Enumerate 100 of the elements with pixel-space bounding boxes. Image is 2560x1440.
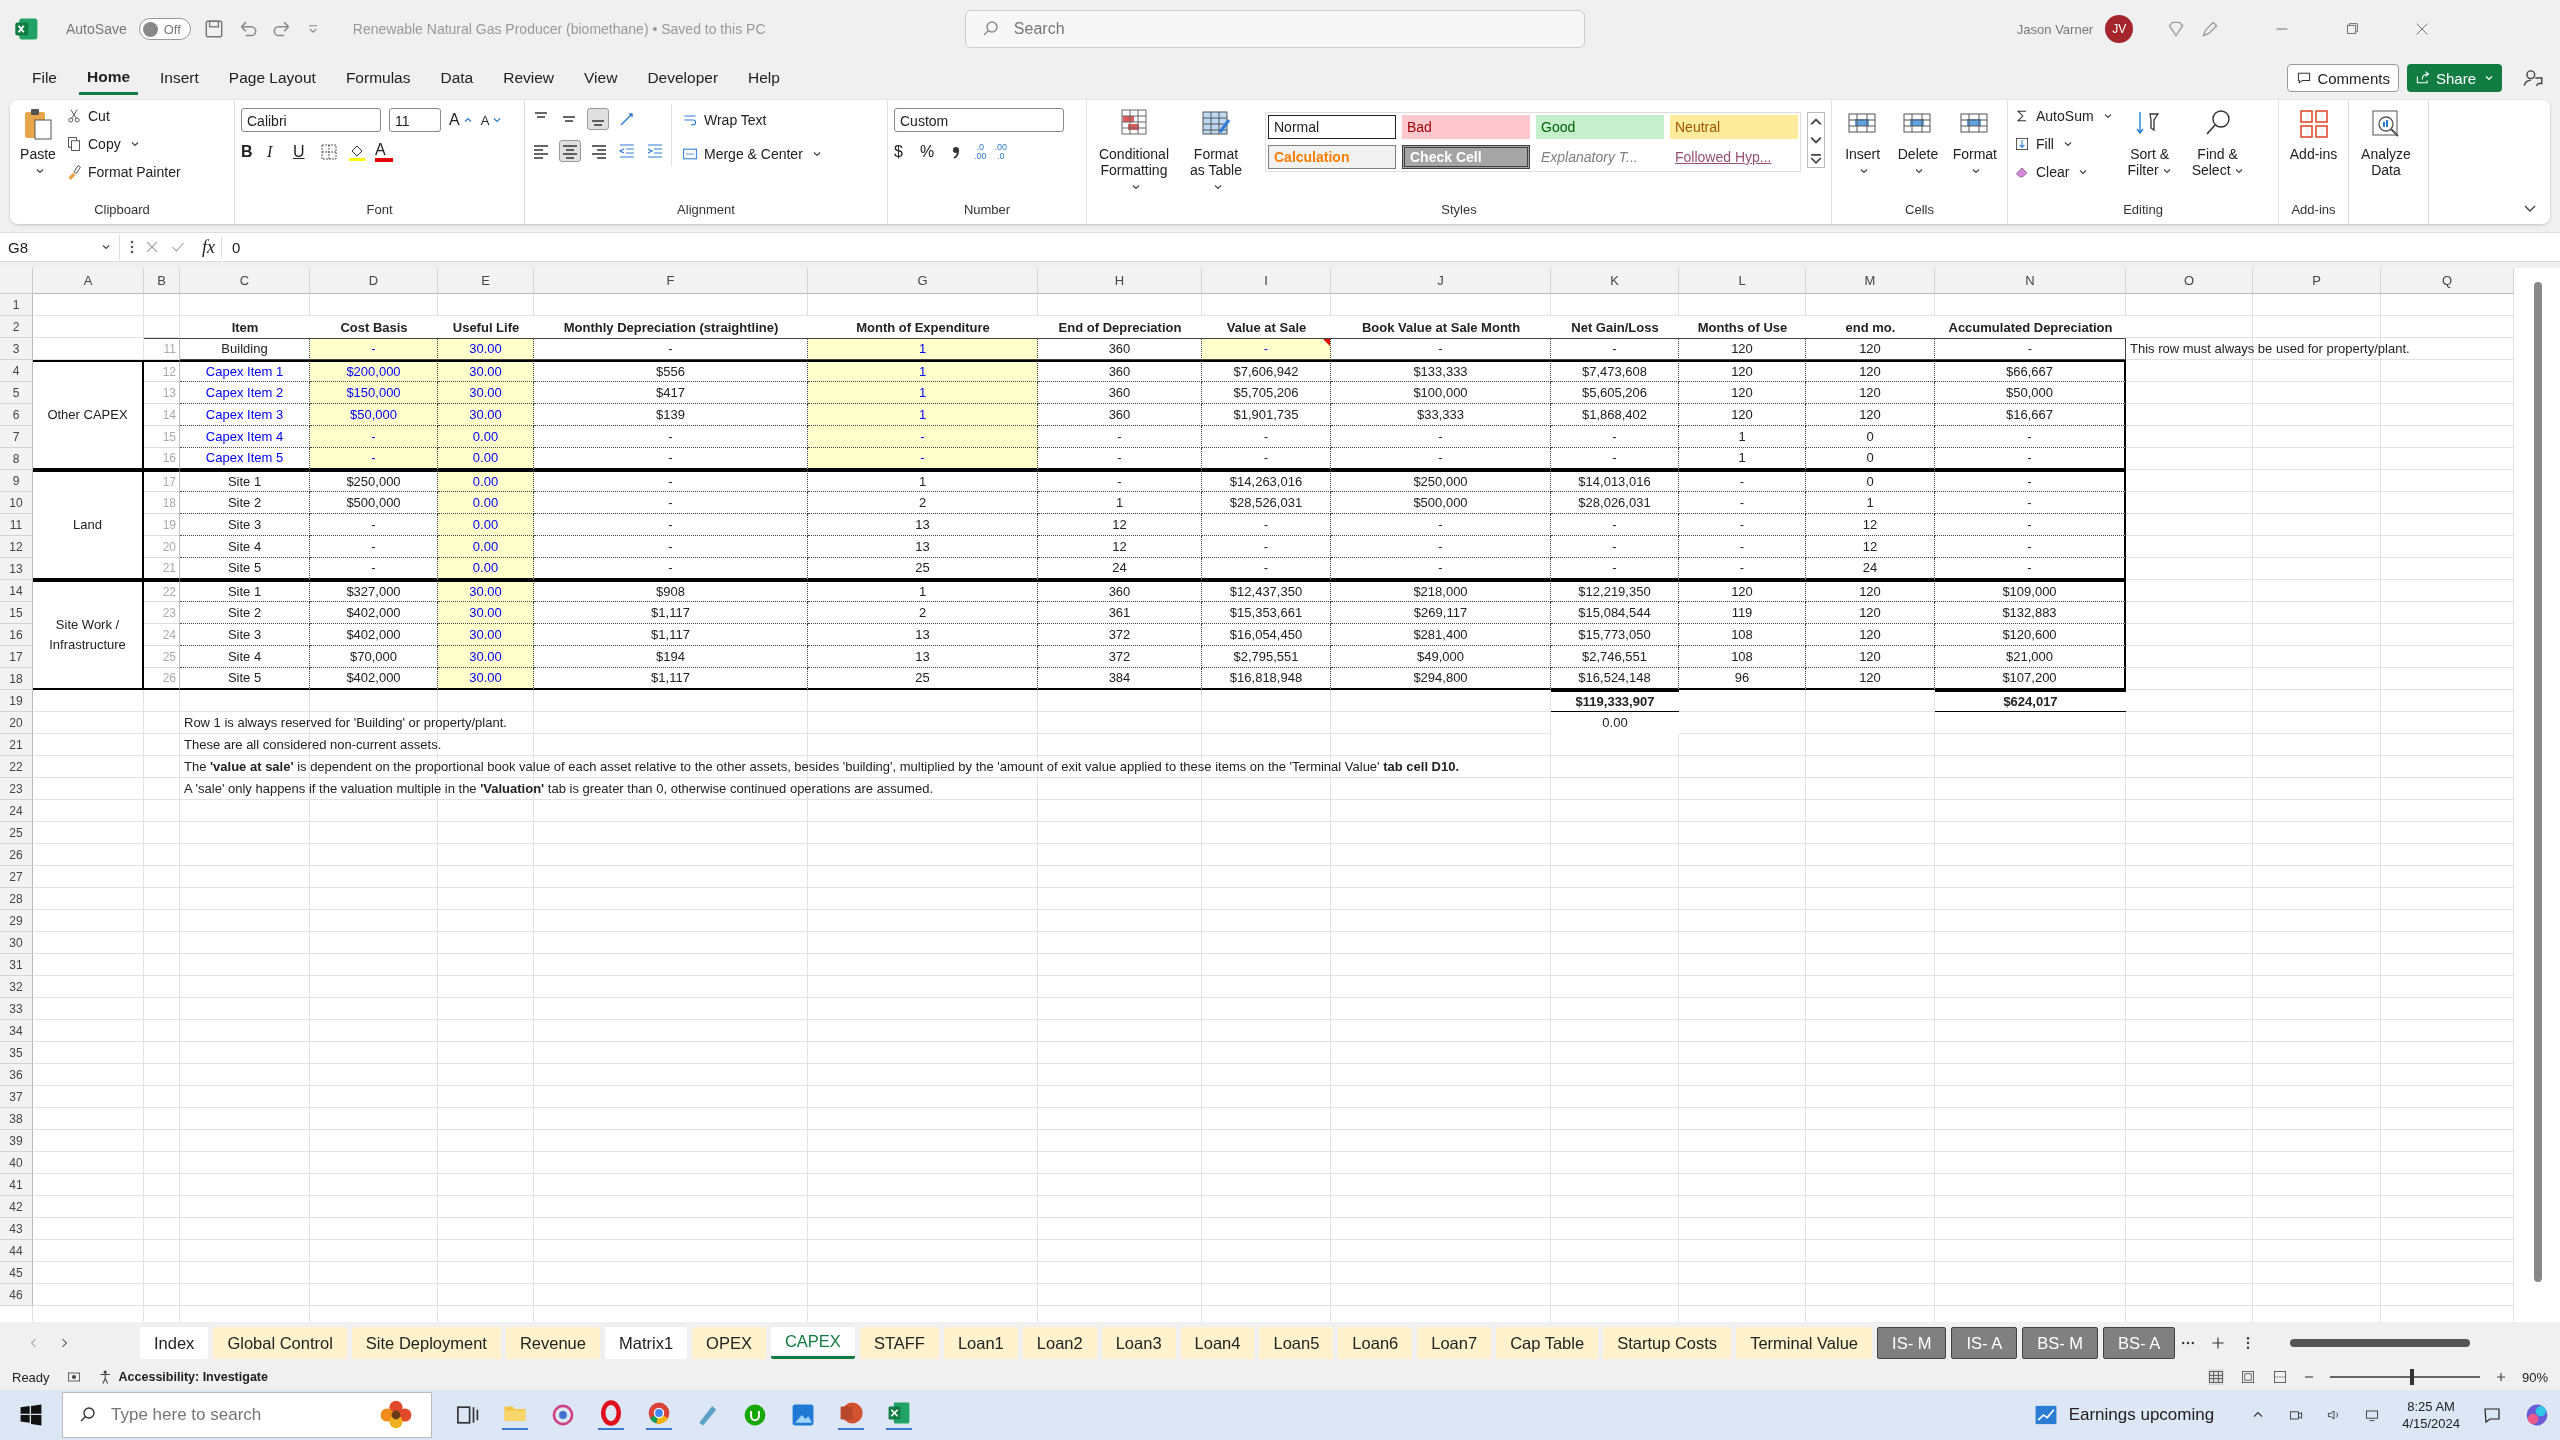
column-header[interactable]: L	[1679, 268, 1806, 294]
sheet-tab[interactable]: STAFF	[859, 1327, 939, 1359]
autosum-button[interactable]: AutoSum	[2014, 104, 2113, 128]
row-header[interactable]: 24	[0, 800, 33, 822]
row-header[interactable]: 29	[0, 910, 33, 932]
row-header[interactable]: 40	[0, 1152, 33, 1174]
clock[interactable]: 8:25 AM 4/15/2024	[2402, 1398, 2460, 1432]
shrink-font-button[interactable]: A	[480, 112, 503, 128]
normal-view-icon[interactable]	[2207, 1369, 2224, 1385]
comments-button[interactable]: Comments	[2287, 64, 2399, 92]
row-header[interactable]: 37	[0, 1086, 33, 1108]
row-header[interactable]: 23	[0, 778, 33, 800]
sheet-tab[interactable]: BS- A	[2103, 1327, 2176, 1359]
network-icon[interactable]	[2364, 1407, 2381, 1423]
sort-filter-button[interactable]: Sort & Filter	[2118, 104, 2181, 181]
row-header[interactable]: 25	[0, 822, 33, 844]
cell-style-option[interactable]: Bad	[1402, 115, 1530, 139]
sheet-tab[interactable]: Loan3	[1101, 1327, 1176, 1359]
name-box[interactable]: G8	[0, 234, 120, 260]
sheet-tab[interactable]: Loan2	[1022, 1327, 1097, 1359]
swirl-icon[interactable]	[550, 1402, 576, 1428]
zoom-level[interactable]: 90%	[2521, 1369, 2548, 1385]
increase-decimal-button[interactable]: .0 .00	[974, 143, 987, 161]
column-header[interactable]: B	[144, 268, 180, 294]
add-ins-button[interactable]: Add-ins	[2285, 104, 2342, 165]
macro-icon[interactable]	[65, 1369, 82, 1385]
row-header[interactable]: 46	[0, 1284, 33, 1306]
fill-button[interactable]: Fill	[2014, 132, 2113, 156]
underline-button[interactable]: U	[293, 143, 311, 161]
wrap-text-button[interactable]: Wrap Text	[682, 108, 822, 132]
sheet-tab[interactable]: Startup Costs	[1603, 1327, 1732, 1359]
sheet-tab[interactable]: Cap Table	[1496, 1327, 1599, 1359]
grow-font-button[interactable]: A	[449, 111, 473, 129]
row-header[interactable]: 26	[0, 844, 33, 866]
news-widget[interactable]: Earnings upcoming	[2068, 1405, 2215, 1425]
copy-button[interactable]: Copy	[66, 132, 181, 156]
row-header[interactable]: 9	[0, 470, 33, 492]
row-header[interactable]: 19	[0, 690, 33, 712]
sheet-tab[interactable]: Revenue	[505, 1327, 600, 1359]
sheet-tab[interactable]: Loan6	[1338, 1327, 1413, 1359]
row-header[interactable]: 13	[0, 558, 33, 580]
row-header[interactable]: 31	[0, 954, 33, 976]
row-header[interactable]: 38	[0, 1108, 33, 1130]
clear-button[interactable]: Clear	[2014, 160, 2113, 184]
row-header[interactable]: 21	[0, 734, 33, 756]
vertical-dots-icon[interactable]	[130, 239, 134, 255]
font-family-field[interactable]: Calibri	[241, 108, 381, 132]
merge-center-button[interactable]: Merge & Center	[682, 142, 822, 166]
page-layout-icon[interactable]	[2239, 1369, 2256, 1385]
row-header[interactable]: 16	[0, 624, 33, 646]
column-header[interactable]: M	[1806, 268, 1935, 294]
column-header[interactable]: G	[808, 268, 1038, 294]
column-header[interactable]: Q	[2381, 268, 2514, 294]
formula-field[interactable]: 0	[232, 238, 2560, 256]
row-header[interactable]: 30	[0, 932, 33, 954]
column-header[interactable]: C	[180, 268, 310, 294]
insert-function-button[interactable]: fx	[196, 236, 222, 258]
row-header[interactable]: 45	[0, 1262, 33, 1284]
row-header[interactable]: 43	[0, 1218, 33, 1240]
format-painter-button[interactable]: Format Painter	[66, 160, 181, 184]
row-header[interactable]: 10	[0, 492, 33, 514]
cell-style-option[interactable]: Normal	[1268, 115, 1396, 139]
bold-button[interactable]: B	[241, 143, 259, 161]
row-header[interactable]: 8	[0, 448, 33, 470]
row-header[interactable]: 18	[0, 668, 33, 690]
taskbar-search-field[interactable]: Type here to search	[62, 1392, 432, 1438]
share-button[interactable]: Share	[2406, 64, 2502, 92]
circle-app-icon[interactable]	[742, 1402, 768, 1428]
column-header[interactable]: N	[1935, 268, 2126, 294]
menu-tab[interactable]: Home	[79, 61, 139, 95]
sheet-tab[interactable]: BS- M	[2022, 1327, 2099, 1359]
cell-style-option[interactable]: Good	[1536, 115, 1664, 139]
menu-tab[interactable]: Data	[432, 63, 482, 93]
sheet-tab[interactable]: Index	[140, 1327, 209, 1359]
percent-button[interactable]: %	[920, 143, 938, 161]
sheet-tab[interactable]: Terminal Value	[1736, 1327, 1873, 1359]
align-icon[interactable]	[559, 140, 581, 162]
column-header[interactable]: I	[1202, 268, 1331, 294]
sheet-tab[interactable]: OPEX	[692, 1327, 766, 1359]
column-header[interactable]: K	[1551, 268, 1679, 294]
accessibility-status[interactable]: Accessibility: Investigate	[97, 1369, 268, 1385]
add-sheet-icon[interactable]	[2210, 1335, 2227, 1351]
browser-icon[interactable]	[646, 1400, 672, 1430]
column-header[interactable]: H	[1038, 268, 1202, 294]
row-header[interactable]: 22	[0, 756, 33, 778]
row-header[interactable]: 39	[0, 1130, 33, 1152]
borders-icon[interactable]	[319, 142, 339, 162]
sheet-tab[interactable]: Matrix1	[605, 1327, 688, 1359]
slides-app-icon[interactable]	[838, 1400, 864, 1430]
row-header[interactable]: 6	[0, 404, 33, 426]
menu-tab[interactable]: File	[24, 63, 65, 93]
format-as-table-button[interactable]: Format as Table	[1181, 104, 1251, 197]
conditional-formatting-button[interactable]: Conditional Formatting	[1093, 104, 1175, 197]
row-header[interactable]: 35	[0, 1042, 33, 1064]
column-header[interactable]: P	[2253, 268, 2381, 294]
cells-button[interactable]: Insert	[1838, 104, 1888, 179]
cells-button[interactable]: Format	[1948, 104, 2001, 179]
column-header[interactable]: E	[438, 268, 534, 294]
menu-tab[interactable]: Formulas	[337, 63, 419, 93]
cell-style-option[interactable]: Followed Hyp...	[1670, 145, 1798, 169]
